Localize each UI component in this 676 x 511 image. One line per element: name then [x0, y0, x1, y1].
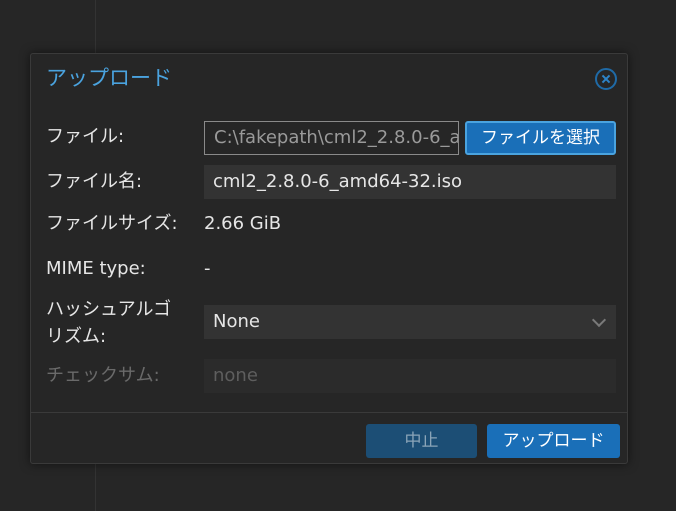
filesize-value: 2.66 GiB [204, 213, 282, 234]
file-label: ファイル: [46, 126, 125, 147]
upload-dialog: アップロード ファイル: C:\fakepath\cml2_2.8.0-6_am… [30, 53, 628, 464]
browse-file-button[interactable]: ファイルを選択 [465, 121, 616, 155]
checksum-label: チェックサム: [46, 365, 160, 386]
dialog-title: アップロード [46, 66, 172, 90]
file-path-input[interactable]: C:\fakepath\cml2_2.8.0-6_amd64-32.iso [204, 121, 459, 155]
filename-label: ファイル名: [46, 171, 143, 192]
upload-button[interactable]: アップロード [487, 424, 620, 458]
mime-type-label: MIME type: [46, 258, 146, 279]
filesize-label: ファイルサイズ: [46, 213, 178, 234]
footer-divider [31, 412, 627, 413]
cancel-button[interactable]: 中止 [366, 424, 477, 458]
hash-algorithm-label-line2: リズム: [46, 326, 107, 347]
chevron-down-icon [591, 312, 607, 328]
hash-algorithm-value: None [213, 311, 260, 332]
hash-algorithm-label-line1: ハッシュアルゴ [46, 299, 172, 320]
hash-algorithm-select[interactable]: None [204, 305, 616, 339]
close-circle-icon[interactable] [595, 68, 617, 90]
checksum-input: none [204, 359, 616, 393]
filename-input[interactable]: cml2_2.8.0-6_amd64-32.iso [204, 165, 616, 199]
mime-type-value: - [204, 258, 211, 279]
